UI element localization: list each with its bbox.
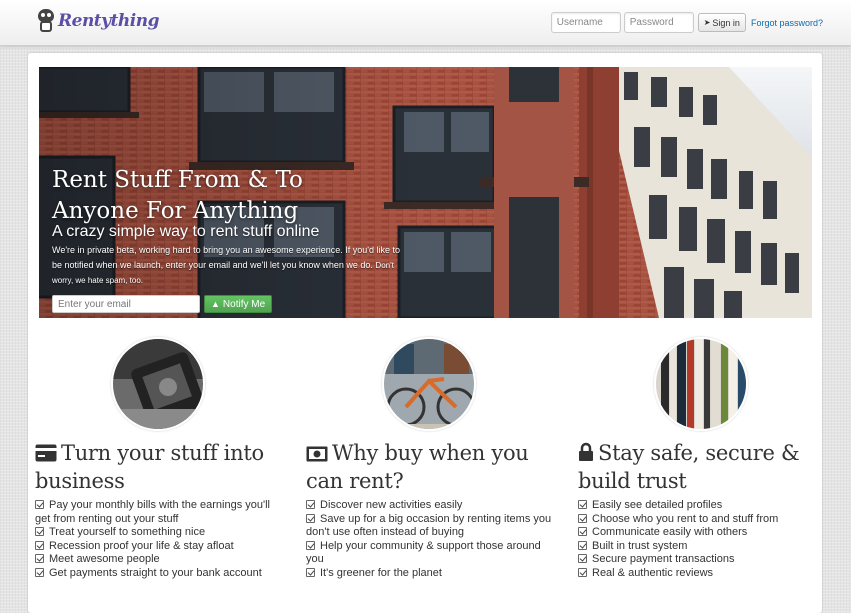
list-item: Discover new activities easily [306, 499, 556, 513]
checkbox-icon [578, 540, 587, 550]
checkbox-icon [578, 527, 587, 537]
list-item-text: It's greener for the planet [320, 566, 442, 579]
email-input[interactable] [52, 295, 200, 313]
signin-arrow-icon: ➤ [703, 18, 711, 27]
feature-rent-photo [382, 337, 476, 431]
list-item: Built in trust system [578, 540, 828, 554]
list-item: Get payments straight to your bank accou… [35, 567, 285, 581]
list-item: Secure payment transactions [578, 553, 828, 567]
list-item-text: Choose who you rent to and stuff from [592, 512, 779, 525]
list-item: Meet awesome people [35, 553, 285, 567]
money-icon [306, 442, 328, 468]
login-form: ➤ Sign in Forgot password? [550, 12, 823, 33]
list-item: Pay your monthly bills with the earnings… [35, 499, 285, 526]
password-input[interactable] [623, 12, 694, 33]
checkbox-icon [306, 513, 315, 523]
list-item-text: Recession proof your life & stay afloat [49, 539, 234, 552]
hero-title: Rent Stuff From & To Anyone For Anything [52, 165, 412, 227]
checkbox-icon [578, 513, 587, 523]
feature-rent-list: Discover new activities easily Save up f… [306, 499, 556, 581]
feature-trust-title: Stay safe, secure & build trust [578, 440, 828, 494]
list-item: Choose who you rent to and stuff from [578, 513, 828, 527]
list-item-text: Pay your monthly bills with the earnings… [35, 499, 270, 525]
list-item-text: Communicate easily with others [592, 526, 748, 539]
list-item: Easily see detailed profiles [578, 499, 828, 513]
forgot-password-link[interactable]: Forgot password? [751, 18, 823, 28]
list-item: Treat yourself to something nice [35, 526, 285, 540]
list-item-text: Built in trust system [592, 539, 688, 552]
username-input[interactable] [550, 12, 621, 33]
list-item: Communicate easily with others [578, 526, 828, 540]
lock-icon [578, 442, 594, 468]
list-item: Real & authentic reviews [578, 567, 828, 581]
list-item: It's greener for the planet [306, 567, 556, 581]
checkbox-icon [35, 567, 44, 577]
notify-form: ▲ Notify Me [52, 295, 412, 313]
list-item-text: Meet awesome people [49, 553, 160, 566]
hero-subtitle: A crazy simple way to rent stuff online [52, 223, 320, 240]
feature-trust-list: Easily see detailed profiles Choose who … [578, 499, 828, 581]
brand-logo[interactable]: Rentything [36, 9, 159, 33]
checkbox-icon [578, 554, 587, 564]
checkbox-icon [578, 567, 587, 577]
credit-card-icon [35, 442, 57, 468]
signin-label: Sign in [712, 17, 740, 28]
list-item: Save up for a big occasion by renting it… [306, 513, 556, 540]
checkbox-icon [306, 567, 315, 577]
signin-button[interactable]: ➤ Sign in [697, 13, 746, 32]
list-item: Help your community & support those arou… [306, 540, 556, 567]
feature-earn: Turn your stuff into business Pay your m… [35, 337, 285, 581]
flask-icon: ▲ [211, 299, 220, 309]
hero-title-line1: Rent Stuff From & To [52, 167, 303, 193]
feature-rent: Why buy when you can rent? Discover new … [306, 337, 556, 581]
feature-earn-title-text: Turn your stuff into business [35, 441, 264, 493]
list-item-text: Get payments straight to your bank accou… [49, 566, 262, 579]
checkbox-icon [35, 527, 44, 537]
list-item: Recession proof your life & stay afloat [35, 540, 285, 554]
feature-trust-title-text: Stay safe, secure & build trust [578, 441, 800, 493]
list-item-text: Easily see detailed profiles [592, 499, 723, 511]
hero-blurb-text: We're in private beta, working hard to b… [52, 245, 400, 270]
list-item-text: Treat yourself to something nice [49, 526, 206, 539]
top-navbar: Rentything ➤ Sign in Forgot password? [0, 0, 851, 46]
notify-me-button[interactable]: ▲ Notify Me [204, 295, 273, 313]
checkbox-icon [578, 500, 587, 509]
list-item-text: Discover new activities easily [320, 499, 463, 511]
feature-earn-photo [111, 337, 205, 431]
list-item-text: Save up for a big occasion by renting it… [306, 512, 552, 539]
notify-label: Notify Me [222, 298, 266, 310]
list-item-text: Real & authentic reviews [592, 566, 714, 579]
hero-text-block: Rent Stuff From & To Anyone For Anything… [52, 165, 412, 313]
checkbox-icon [35, 554, 44, 564]
feature-trust: Stay safe, secure & build trust Easily s… [578, 337, 828, 581]
raccoon-mascot-icon [36, 9, 56, 33]
feature-trust-photo [654, 337, 748, 431]
feature-rent-title-text: Why buy when you can rent? [306, 441, 529, 493]
hero-blurb: We're in private beta, working hard to b… [52, 243, 402, 288]
checkbox-icon [306, 540, 315, 550]
feature-earn-list: Pay your monthly bills with the earnings… [35, 499, 285, 581]
hero-banner: Rent Stuff From & To Anyone For Anything… [39, 67, 812, 318]
feature-earn-title: Turn your stuff into business [35, 440, 285, 494]
list-item-text: Help your community & support those arou… [306, 539, 541, 566]
checkbox-icon [35, 500, 44, 509]
list-item-text: Secure payment transactions [592, 553, 735, 566]
checkbox-icon [35, 540, 44, 550]
feature-rent-title: Why buy when you can rent? [306, 440, 556, 494]
brand-name: Rentything [58, 11, 159, 31]
checkbox-icon [306, 500, 315, 509]
main-container: Rent Stuff From & To Anyone For Anything… [28, 53, 822, 613]
